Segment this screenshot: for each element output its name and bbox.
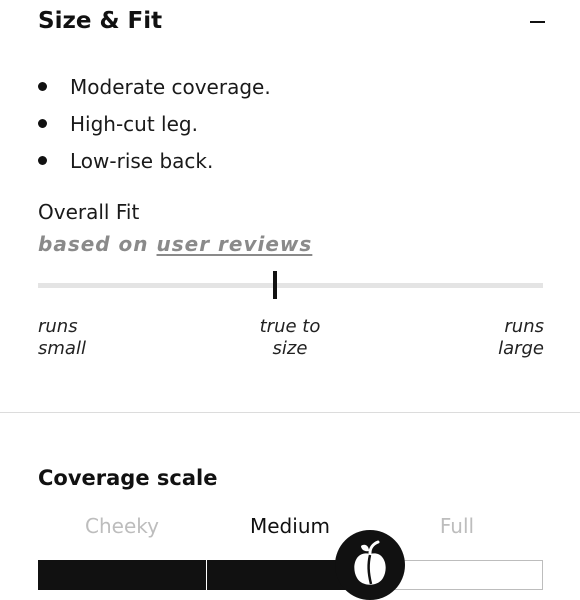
bullet-icon bbox=[38, 82, 47, 91]
fit-scale-track bbox=[38, 271, 543, 299]
scale-label-line: true to bbox=[259, 316, 321, 337]
coverage-scale-title: Coverage scale bbox=[38, 466, 218, 490]
feature-text: Moderate coverage. bbox=[70, 75, 271, 99]
fit-marker bbox=[273, 271, 278, 299]
list-item: Moderate coverage. bbox=[38, 72, 271, 109]
section-divider bbox=[0, 412, 580, 413]
minus-icon bbox=[530, 21, 545, 23]
scale-label-runs-large: runs large bbox=[498, 316, 544, 360]
user-reviews-link[interactable]: user reviews bbox=[157, 232, 313, 256]
section-title: Size & Fit bbox=[38, 8, 163, 34]
collapse-button[interactable] bbox=[528, 12, 548, 32]
scale-label-runs-small: runs small bbox=[38, 316, 86, 360]
bullet-icon bbox=[38, 119, 47, 128]
size-fit-header[interactable]: Size & Fit bbox=[38, 8, 548, 38]
coverage-segment-cheeky bbox=[38, 560, 206, 590]
scale-label-line: size bbox=[272, 338, 308, 359]
coverage-option-full[interactable]: Full bbox=[397, 514, 517, 538]
based-on-text: based on user reviews bbox=[38, 232, 312, 256]
scale-label-line: large bbox=[498, 338, 544, 359]
list-item: Low-rise back. bbox=[38, 146, 271, 183]
coverage-knob[interactable] bbox=[335, 530, 405, 600]
coverage-scale-bar bbox=[38, 530, 543, 600]
scale-label-line: runs bbox=[504, 316, 544, 337]
feature-text: Low-rise back. bbox=[70, 149, 214, 173]
coverage-option-cheeky[interactable]: Cheeky bbox=[62, 514, 182, 538]
based-on-prefix: based on bbox=[38, 232, 149, 256]
overall-fit-title: Overall Fit bbox=[38, 200, 140, 224]
scale-label-true-to-size: true to size bbox=[240, 316, 340, 360]
bullet-icon bbox=[38, 156, 47, 165]
scale-label-line: runs bbox=[38, 316, 78, 337]
scale-label-line: small bbox=[38, 338, 86, 359]
peach-icon bbox=[354, 540, 386, 585]
feature-list: Moderate coverage. High-cut leg. Low-ris… bbox=[38, 72, 271, 183]
coverage-option-medium[interactable]: Medium bbox=[230, 514, 350, 538]
list-item: High-cut leg. bbox=[38, 109, 271, 146]
feature-text: High-cut leg. bbox=[70, 112, 198, 136]
